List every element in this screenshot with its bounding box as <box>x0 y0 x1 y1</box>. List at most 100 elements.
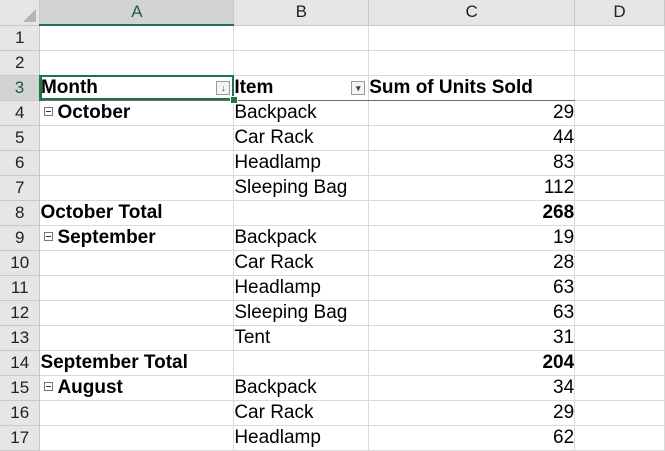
sheet-row: 5 Car Rack 44 <box>0 125 665 151</box>
cell-a[interactable] <box>39 425 235 451</box>
cell-item[interactable]: Car Rack <box>233 400 370 426</box>
cell-d[interactable] <box>574 225 665 251</box>
cell-d[interactable] <box>574 200 665 226</box>
cell-units-sold[interactable]: 28 <box>368 250 576 276</box>
cell-units-sold[interactable]: 62 <box>368 425 576 451</box>
row-header[interactable]: 1 <box>0 25 41 51</box>
cell-a[interactable] <box>39 250 235 276</box>
pivot-total-value[interactable]: 268 <box>368 200 576 226</box>
cell-item[interactable] <box>233 50 370 76</box>
cell-a[interactable] <box>39 150 235 176</box>
select-all-corner[interactable] <box>0 0 41 26</box>
cell-units-sold[interactable]: 31 <box>368 325 576 351</box>
row-header[interactable]: 2 <box>0 50 41 76</box>
column-header-b[interactable]: B <box>233 0 370 26</box>
row-header[interactable]: 15 <box>0 375 41 401</box>
cell-d[interactable] <box>574 175 665 201</box>
cell-d[interactable] <box>574 325 665 351</box>
cell-item[interactable]: Headlamp <box>233 425 370 451</box>
cell-d[interactable] <box>574 350 665 376</box>
cell-units-sold[interactable]: 63 <box>368 300 576 326</box>
row-header[interactable]: 9 <box>0 225 41 251</box>
cell-item[interactable]: Car Rack <box>233 250 370 276</box>
cell-item[interactable]: Backpack <box>233 100 370 126</box>
cell-d[interactable] <box>574 25 665 51</box>
cell-a[interactable] <box>39 300 235 326</box>
cell-a[interactable] <box>39 25 235 51</box>
cell-item[interactable] <box>233 350 370 376</box>
row-header[interactable]: 5 <box>0 125 41 151</box>
cell-units-sold[interactable]: 112 <box>368 175 576 201</box>
cell-units-sold[interactable] <box>368 50 576 76</box>
column-header-c[interactable]: C <box>368 0 576 26</box>
collapse-minus-icon[interactable] <box>44 381 54 391</box>
cell-item[interactable] <box>233 200 370 226</box>
cell-a[interactable] <box>39 400 235 426</box>
cell-a[interactable] <box>39 175 235 201</box>
cell-d[interactable] <box>574 100 665 126</box>
cell-units-sold[interactable]: 83 <box>368 150 576 176</box>
pivot-group-label[interactable]: August <box>39 375 235 401</box>
fill-handle[interactable] <box>230 96 238 104</box>
cell-d[interactable] <box>574 375 665 401</box>
cell-item[interactable]: Backpack <box>233 375 370 401</box>
cell-units-sold[interactable]: 19 <box>368 225 576 251</box>
row-header[interactable]: 8 <box>0 200 41 226</box>
cell-a[interactable] <box>39 275 235 301</box>
cell-units-sold[interactable]: 63 <box>368 275 576 301</box>
row-header[interactable]: 7 <box>0 175 41 201</box>
pivot-total-value[interactable]: 204 <box>368 350 576 376</box>
cell-d[interactable] <box>574 425 665 451</box>
pivot-total-label[interactable]: October Total <box>39 200 235 226</box>
row-header[interactable]: 11 <box>0 275 41 301</box>
cell-item[interactable]: Headlamp <box>233 150 370 176</box>
row-header[interactable]: 14 <box>0 350 41 376</box>
cell-item[interactable]: Backpack <box>233 225 370 251</box>
cell-d[interactable] <box>574 150 665 176</box>
cell-d[interactable] <box>574 125 665 151</box>
cell-units-sold[interactable]: 44 <box>368 125 576 151</box>
column-header-d[interactable]: D <box>574 0 665 26</box>
header-label: Month <box>40 76 98 98</box>
pivot-row-label-header[interactable]: Month ↓ <box>39 75 235 101</box>
sheet-row: 4 October Backpack 29 <box>0 100 665 126</box>
cell-item[interactable] <box>233 25 370 51</box>
row-header[interactable]: 10 <box>0 250 41 276</box>
row-header[interactable]: 17 <box>0 425 41 451</box>
cell-units-sold[interactable]: 29 <box>368 400 576 426</box>
cell-d[interactable] <box>574 50 665 76</box>
pivot-group-label[interactable]: October <box>39 100 235 126</box>
cell-item[interactable]: Tent <box>233 325 370 351</box>
cell-item[interactable]: Car Rack <box>233 125 370 151</box>
filter-dropdown-icon[interactable]: ▾ <box>351 80 366 95</box>
pivot-group-label[interactable]: September <box>39 225 235 251</box>
cell-units-sold[interactable]: 29 <box>368 100 576 126</box>
row-header[interactable]: 16 <box>0 400 41 426</box>
column-header-a[interactable]: A <box>39 0 235 26</box>
row-header[interactable]: 6 <box>0 150 41 176</box>
sort-filter-button-icon[interactable]: ↓ <box>216 80 231 95</box>
row-header[interactable]: 12 <box>0 300 41 326</box>
cell-a[interactable] <box>39 125 235 151</box>
pivot-values-header[interactable]: Sum of Units Sold <box>368 75 576 101</box>
collapse-minus-icon[interactable] <box>44 231 54 241</box>
cell-a[interactable] <box>39 325 235 351</box>
cell-d[interactable] <box>574 275 665 301</box>
cell-d[interactable] <box>574 300 665 326</box>
sheet-row: 2 <box>0 50 665 76</box>
cell-a[interactable] <box>39 50 235 76</box>
cell-d[interactable] <box>574 400 665 426</box>
collapse-minus-icon[interactable] <box>44 106 54 116</box>
cell-item[interactable]: Sleeping Bag <box>233 300 370 326</box>
cell-item[interactable]: Sleeping Bag <box>233 175 370 201</box>
pivot-item-header[interactable]: Item ▾ <box>233 75 370 101</box>
cell-d[interactable] <box>574 250 665 276</box>
row-header[interactable]: 13 <box>0 325 41 351</box>
cell-item[interactable]: Headlamp <box>233 275 370 301</box>
cell-units-sold[interactable] <box>368 25 576 51</box>
cell-units-sold[interactable]: 34 <box>368 375 576 401</box>
row-header[interactable]: 4 <box>0 100 41 126</box>
pivot-total-label[interactable]: September Total <box>39 350 235 376</box>
row-header[interactable]: 3 <box>0 75 41 101</box>
cell-d[interactable] <box>574 75 665 101</box>
